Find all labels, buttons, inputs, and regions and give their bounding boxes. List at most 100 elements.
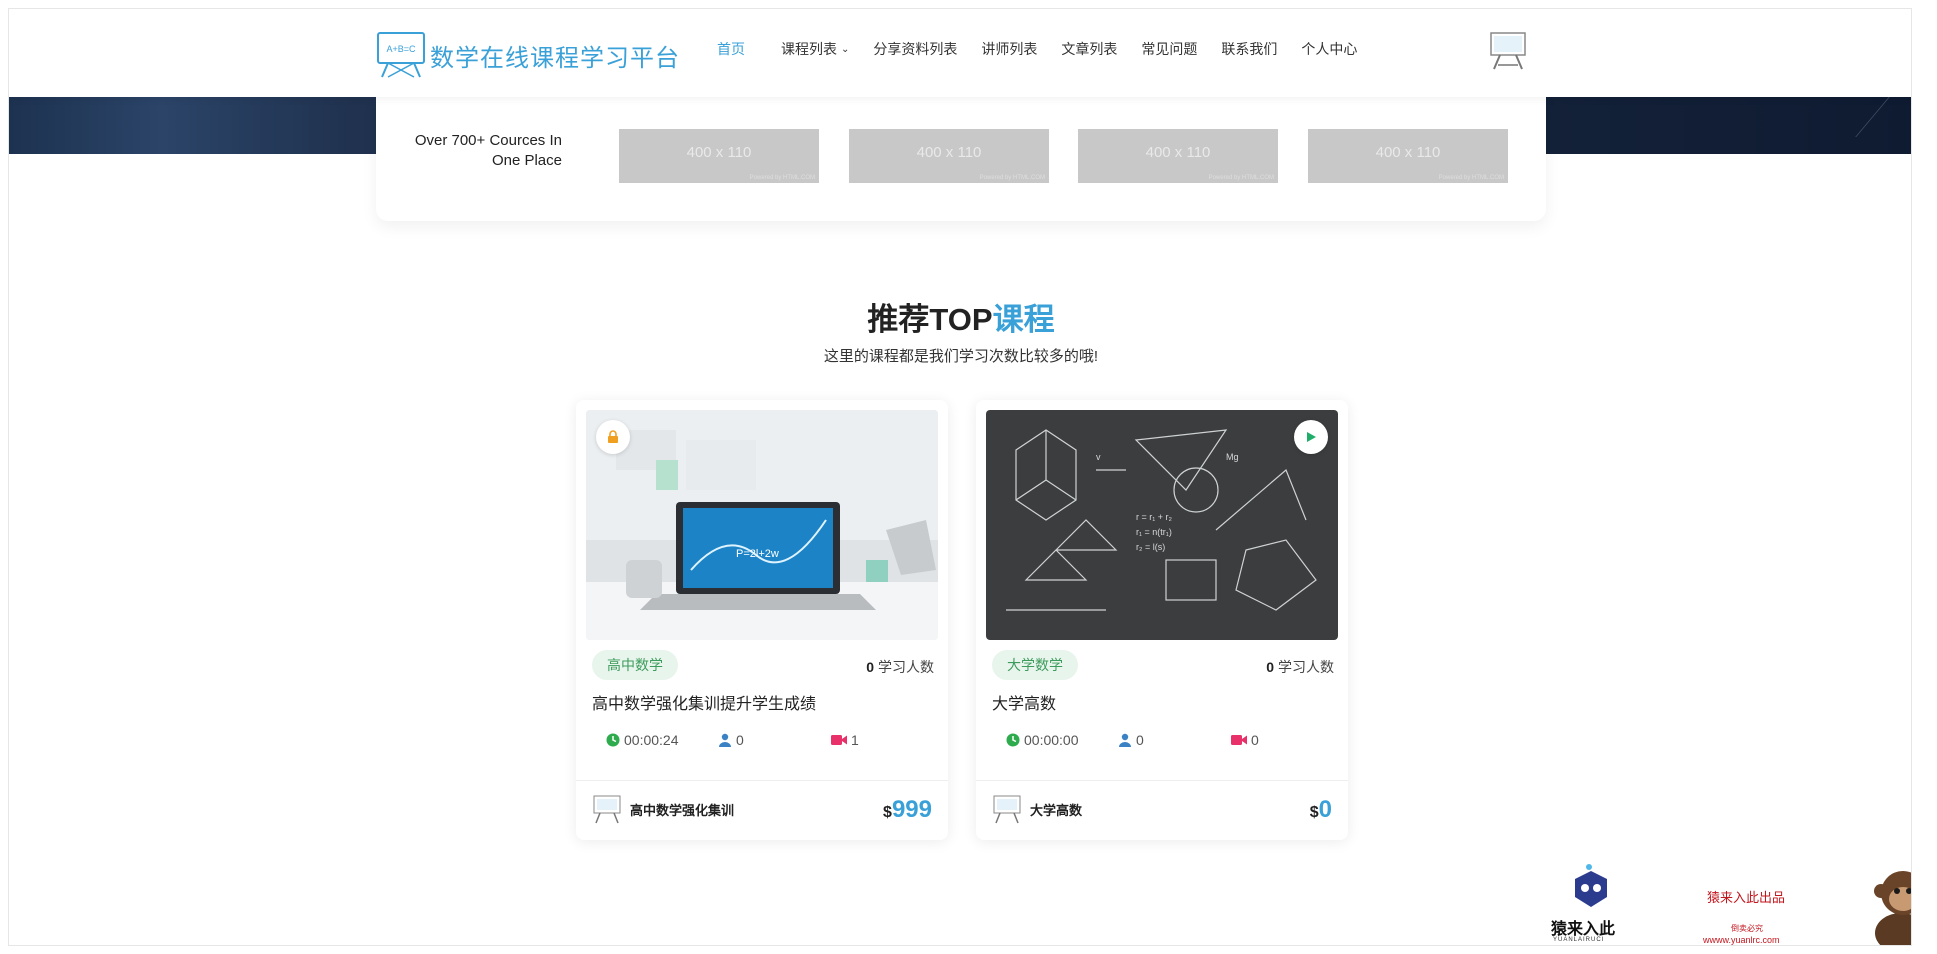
price-value: 999 (891, 796, 932, 823)
placeholder-powered: Powered by HTML.COM (1438, 175, 1504, 181)
sponsor-placeholder: 400 x 110 Powered by HTML.COM (1308, 129, 1508, 183)
placeholder-label: 400 x 110 (686, 144, 752, 161)
nav-articles[interactable]: 文章列表 (1061, 39, 1117, 59)
course-title[interactable]: 高中数学强化集训提升学生成绩 (592, 690, 816, 714)
sponsor-placeholder: 400 x 110 Powered by HTML.COM (619, 129, 819, 183)
course-price: $0 (1310, 796, 1332, 824)
users-value: 0 (1136, 732, 1144, 748)
nav-course-list[interactable]: 课程列表 ⌄ (781, 39, 849, 59)
sponsor-placeholder: 400 x 110 Powered by HTML.COM (1078, 129, 1278, 183)
video-icon (1231, 735, 1247, 745)
nav-share-materials[interactable]: 分享资料列表 (873, 39, 957, 59)
nav-teachers-label: 讲师列表 (981, 41, 1038, 57)
logo-text: 数学在线课程学习平台 (430, 44, 680, 72)
clock-icon (1006, 733, 1020, 747)
nav-home[interactable]: 首页 (717, 39, 745, 59)
users-value: 0 (736, 732, 744, 748)
watermark-brand-name: 猿来入此 (1551, 921, 1616, 938)
monkey-logo-icon (1575, 864, 1607, 907)
course-learners: 0 学习人数 (1266, 657, 1334, 677)
logo-mark-text: A+B=C (386, 44, 416, 54)
course-category[interactable]: 大学数学 (992, 650, 1078, 680)
price-symbol: $ (1309, 804, 1319, 821)
user-icon (1119, 733, 1131, 747)
nav-course-list-label: 课程列表 (781, 41, 837, 57)
svg-text:P=2l+2w: P=2l+2w (736, 548, 779, 560)
card-divider (576, 780, 948, 781)
chevron-down-icon: ⌄ (841, 43, 850, 55)
watermark-brand: 猿来入此 YUANLAIRUCI (1541, 861, 1641, 945)
price-value: 0 (1318, 796, 1332, 823)
user-icon (719, 733, 731, 747)
course-users: 0 (1118, 732, 1144, 748)
author-name: 高中数学强化集训 (630, 802, 735, 818)
course-videos: 1 (831, 732, 859, 748)
course-author[interactable]: 大学高数 (992, 794, 1082, 824)
watermark-url: wwww.yuanlrc.com (1703, 935, 1780, 945)
nav-contact[interactable]: 联系我们 (1221, 39, 1277, 59)
placeholder-label: 400 x 110 (1375, 144, 1441, 161)
duration-value: 00:00:24 (624, 732, 679, 748)
chalkboard-photo: v r = r₁ + r₂ r₁ = n(tr₁) r₂ = l(s) Mg (986, 410, 1338, 640)
course-card[interactable]: P=2l+2w 高中数学 0 学习人数 高中数学强化集训提升学生成绩 00:00:… (576, 400, 948, 840)
browser-viewport: A+B=C 数学在线课程学习平台 首页 课程列表 ⌄ 分享资料列表 讲师列表 文章… (8, 8, 1912, 946)
nav-articles-label: 文章列表 (1061, 41, 1118, 57)
laptop-photo: P=2l+2w (586, 410, 938, 640)
watermark-title: 猿来入此出品 (1707, 890, 1786, 905)
svg-text:v: v (1096, 452, 1101, 462)
learners-label: 学习人数 (878, 659, 934, 675)
user-avatar[interactable] (1488, 31, 1528, 71)
course-videos: 0 (1231, 732, 1259, 748)
svg-text:r₁ = n(tr₁): r₁ = n(tr₁) (1136, 527, 1172, 537)
nav-home-label: 首页 (717, 41, 745, 57)
course-card[interactable]: v r = r₁ + r₂ r₁ = n(tr₁) r₂ = l(s) Mg 大… (976, 400, 1348, 840)
author-avatar (993, 795, 1021, 824)
placeholder-label: 400 x 110 (916, 144, 982, 161)
course-duration: 00:00:00 (1006, 732, 1079, 748)
course-title[interactable]: 大学高数 (992, 690, 1056, 714)
placeholder-powered: Powered by HTML.COM (749, 175, 815, 181)
placeholder-powered: Powered by HTML.COM (1208, 175, 1274, 181)
play-badge[interactable] (1294, 420, 1328, 454)
nav-teachers[interactable]: 讲师列表 (981, 39, 1037, 59)
lock-badge (596, 420, 630, 454)
section-title: 推荐TOP课程 (9, 294, 1911, 339)
course-price: $999 (883, 796, 932, 824)
author-avatar (593, 795, 621, 824)
video-icon (831, 735, 847, 745)
watermark-note: 倒卖必究 (1731, 924, 1763, 933)
course-author[interactable]: 高中数学强化集训 (592, 794, 734, 824)
svg-text:Mg: Mg (1226, 452, 1239, 462)
course-category[interactable]: 高中数学 (592, 650, 678, 680)
clock-icon (606, 733, 620, 747)
course-thumbnail[interactable]: P=2l+2w (586, 410, 938, 640)
section-title-main: 推荐TOP (867, 302, 993, 337)
course-learners: 0 学习人数 (866, 657, 934, 677)
svg-text:r = r₁ + r₂: r = r₁ + r₂ (1136, 512, 1173, 522)
price-symbol: $ (883, 804, 892, 821)
nav-faq[interactable]: 常见问题 (1141, 39, 1197, 59)
learners-count: 0 (866, 659, 874, 675)
duration-value: 00:00:00 (1024, 732, 1079, 748)
main-nav: 首页 课程列表 ⌄ 分享资料列表 讲师列表 文章列表 常见问题 联系我们 个人中心 (717, 39, 1381, 59)
section-subtitle: 这里的课程都是我们学习次数比较多的哦! (823, 348, 1099, 365)
placeholder-powered: Powered by HTML.COM (979, 175, 1045, 181)
section-title-accent: 课程 (992, 302, 1055, 337)
sponsor-placeholder: 400 x 110 Powered by HTML.COM (849, 129, 1049, 183)
sponsors-card: Over 700+ Cources In One Place 400 x 110… (376, 97, 1546, 221)
site-header: A+B=C 数学在线课程学习平台 首页 课程列表 ⌄ 分享资料列表 讲师列表 文章… (9, 9, 1911, 97)
nav-profile[interactable]: 个人中心 (1301, 39, 1357, 59)
site-logo[interactable]: A+B=C 数学在线课程学习平台 (376, 31, 680, 79)
videos-value: 1 (851, 732, 859, 748)
watermark-banner: 猿来入此 YUANLAIRUCI 猿来入此出品 倒卖必究 wwww.yuanlr… (1541, 861, 1911, 945)
logo-board-icon: A+B=C (377, 32, 425, 78)
course-thumbnail[interactable]: v r = r₁ + r₂ r₁ = n(tr₁) r₂ = l(s) Mg (986, 410, 1338, 640)
nav-share-materials-label: 分享资料列表 (873, 41, 958, 57)
card-divider (976, 780, 1348, 781)
sponsors-title: Over 700+ Cources In One Place (414, 132, 562, 169)
course-users: 0 (718, 732, 744, 748)
monkey-mascot-icon (1874, 871, 1911, 945)
author-name: 大学高数 (1030, 802, 1083, 818)
watermark-brand-sub: YUANLAIRUCI (1553, 937, 1605, 943)
lock-icon (608, 430, 618, 443)
